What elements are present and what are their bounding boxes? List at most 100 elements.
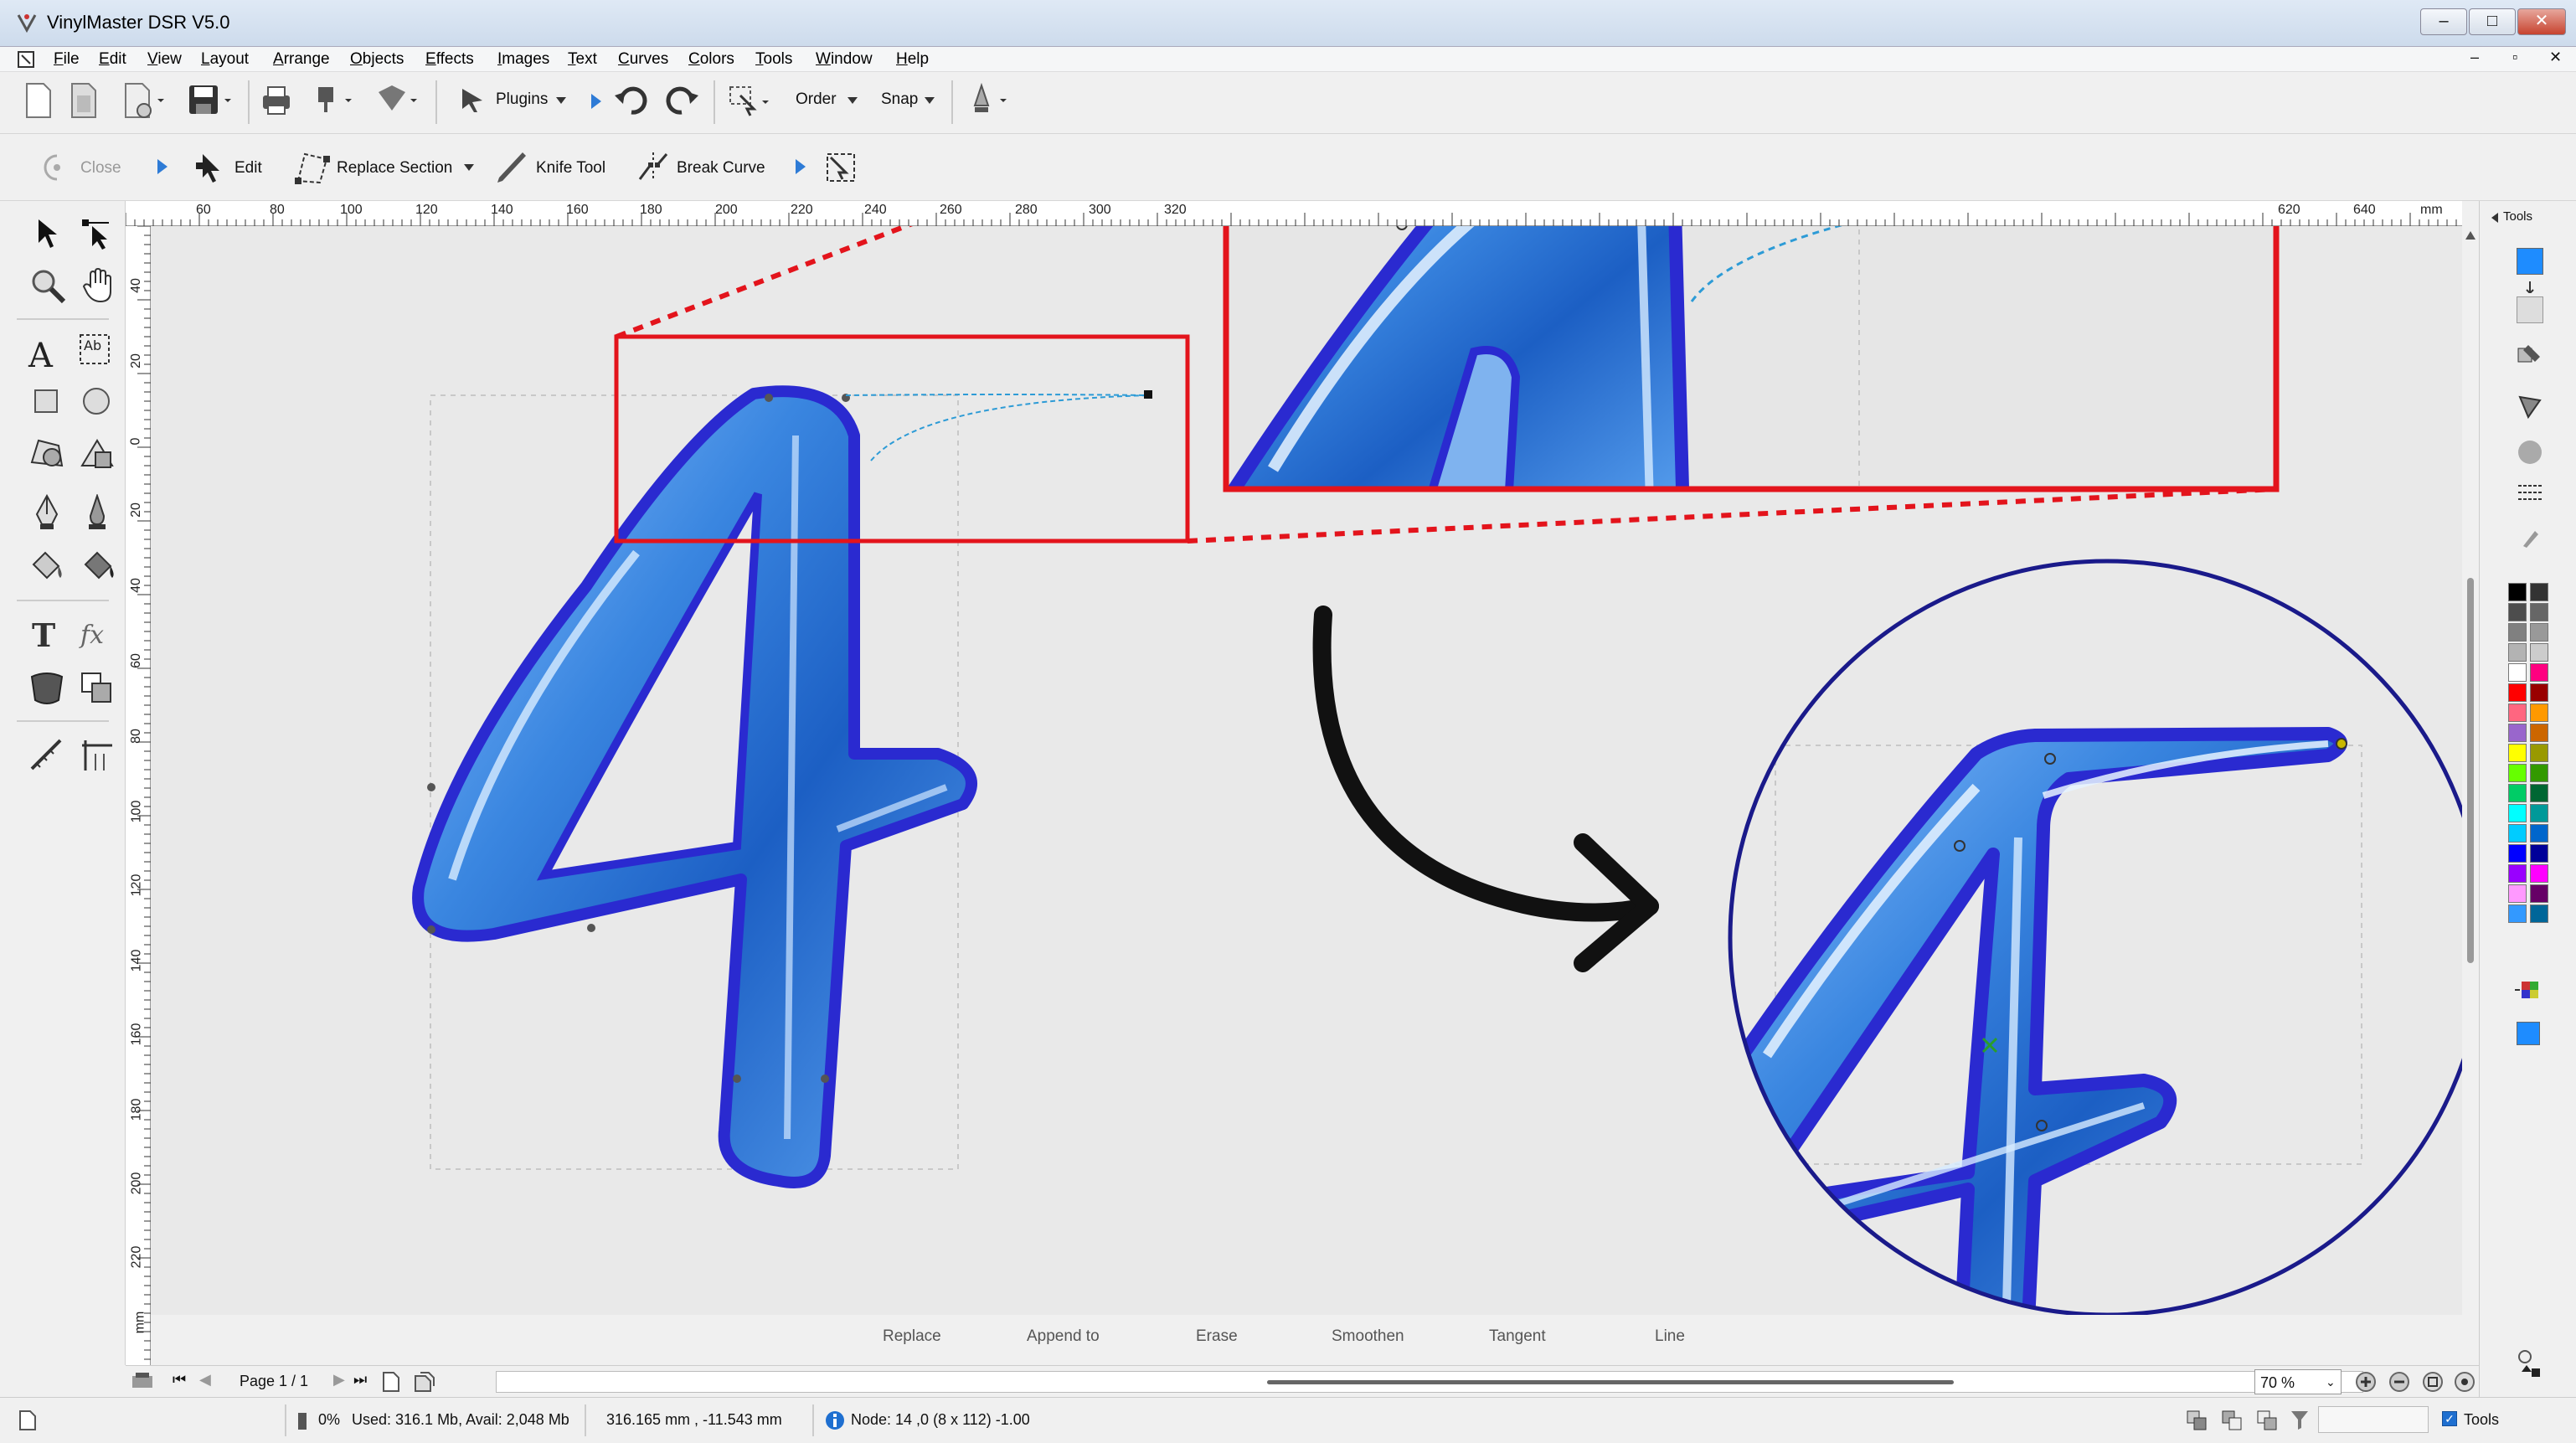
palette-swatch[interactable] [2508,884,2527,903]
expand-arrow-icon[interactable] [157,159,167,174]
color-picker-icon[interactable] [2517,342,2543,368]
palette-swatch[interactable] [2530,724,2548,742]
palette-swatch[interactable] [2508,804,2527,822]
palette-swatch[interactable] [2530,643,2548,662]
palette-swatch[interactable] [2530,703,2548,722]
gradient-bucket-icon[interactable] [80,548,117,585]
palette-swatch[interactable] [2530,904,2548,923]
eyedropper-icon[interactable] [2517,394,2543,420]
palette-swatch[interactable] [2508,764,2527,782]
weld-shapes-icon[interactable] [79,670,116,707]
mode-tangent[interactable]: Tangent [1489,1327,1546,1346]
undo-icon[interactable] [613,84,650,117]
filter-icon[interactable] [2290,1410,2310,1431]
zoom-page-icon[interactable] [2454,1371,2476,1393]
open-document-icon[interactable] [69,82,99,119]
palette-swatch[interactable] [2530,663,2548,682]
shapes-tool-icon[interactable] [79,437,116,471]
drawing-canvas[interactable] [151,226,2462,1315]
zoom-tool-icon[interactable] [30,268,67,305]
pencil-settings-icon[interactable] [2520,528,2540,549]
zoom-select[interactable]: 70 % ⌄ [2254,1369,2342,1394]
close-button[interactable]: ✕ [2517,8,2566,35]
palette-swatch[interactable] [2508,583,2527,601]
menu-effects[interactable]: Effects [425,50,474,69]
output-icon[interactable] [375,84,422,117]
replace-section-button[interactable]: Replace Section [337,159,452,178]
plugins-icon[interactable] [459,85,487,114]
ellipse-tool-icon[interactable] [80,385,112,417]
palette-swatch[interactable] [2508,824,2527,843]
envelope-distort-icon[interactable] [28,670,65,707]
knife-tool-icon[interactable] [494,149,528,186]
close-curve-icon[interactable] [37,152,65,183]
select-all-nodes-icon[interactable] [822,149,859,186]
palette-swatch[interactable] [2508,864,2527,883]
palette-swatch[interactable] [2508,703,2527,722]
pen-tool-icon[interactable] [30,494,64,531]
chevron-down-icon[interactable] [556,97,566,104]
zoom-out-icon[interactable] [2388,1371,2410,1393]
close-button-label[interactable]: Close [80,159,121,178]
page-settings-icon[interactable] [131,1371,154,1393]
palette-swatch[interactable] [2508,744,2527,762]
palette-swatch[interactable] [2530,583,2548,601]
palette-swatch[interactable] [2530,744,2548,762]
menu-help[interactable]: Help [896,50,929,69]
break-curve-icon[interactable] [636,149,670,186]
glyph-four[interactable] [412,385,977,1188]
cut-plotter-icon[interactable] [313,84,355,117]
palette-swatch[interactable] [2508,844,2527,863]
palette-swatch[interactable] [2530,764,2548,782]
replace-section-icon[interactable] [293,149,332,186]
new-document-icon[interactable] [23,82,54,119]
horizontal-scrollbar[interactable] [496,1371,2363,1393]
mdi-minimize-icon[interactable]: – [2470,49,2479,66]
palette-swatch[interactable] [2508,683,2527,702]
order-button[interactable]: Order [796,90,837,109]
palette-swatch[interactable] [2508,784,2527,802]
menu-objects[interactable]: Objects [350,50,404,69]
next-page-icon[interactable]: ▶ [333,1371,345,1389]
menu-images[interactable]: Images [497,50,549,69]
fx-effects-icon[interactable]: fx [79,615,116,652]
first-page-icon[interactable]: ⏮ [173,1371,186,1389]
save-icon[interactable] [188,84,234,117]
zoom-in-icon[interactable] [2355,1371,2377,1393]
weeding-tool-icon[interactable] [968,82,1015,119]
palette-swatch[interactable] [2530,884,2548,903]
palette-swatch[interactable] [2530,683,2548,702]
horizontal-scroll-thumb[interactable] [1267,1380,1954,1384]
palette-swatch[interactable] [2530,784,2548,802]
measure-tool-icon[interactable] [28,737,65,774]
line-style-icon[interactable] [2517,482,2543,506]
paint-bucket-icon[interactable] [28,548,65,585]
scroll-up-icon[interactable] [2465,231,2476,240]
palette-swatch[interactable] [2508,643,2527,662]
palette-swatch[interactable] [2530,844,2548,863]
prev-page-icon[interactable]: ◀ [199,1371,211,1389]
maximize-button[interactable]: □ [2469,8,2516,35]
menu-colors[interactable]: Colors [688,50,734,69]
menu-file[interactable]: File [54,50,80,69]
node-edit-tool-icon[interactable] [80,218,114,251]
chevron-down-icon[interactable] [925,97,935,104]
status-input-box[interactable] [2318,1406,2429,1433]
menu-tools[interactable]: Tools [755,50,792,69]
palette-swatch[interactable] [2508,724,2527,742]
palette-swatch[interactable] [2530,864,2548,883]
palette-swatch[interactable] [2530,804,2548,822]
dimension-tool-icon[interactable] [79,737,116,774]
fill-dropper-icon[interactable] [80,494,114,531]
mode-line[interactable]: Line [1655,1327,1685,1346]
duplicate-page-icon[interactable] [414,1371,435,1393]
redo-icon[interactable] [663,84,700,117]
menu-view[interactable]: View [147,50,182,69]
menu-curves[interactable]: Curves [618,50,668,69]
plugins-button[interactable]: Plugins [496,90,548,109]
menu-window[interactable]: Window [816,50,873,69]
pan-settings-icon[interactable] [2513,1348,2543,1382]
menu-text[interactable]: Text [568,50,597,69]
pan-hand-icon[interactable] [82,268,116,305]
palette-manager-icon[interactable] [2513,978,2547,1002]
